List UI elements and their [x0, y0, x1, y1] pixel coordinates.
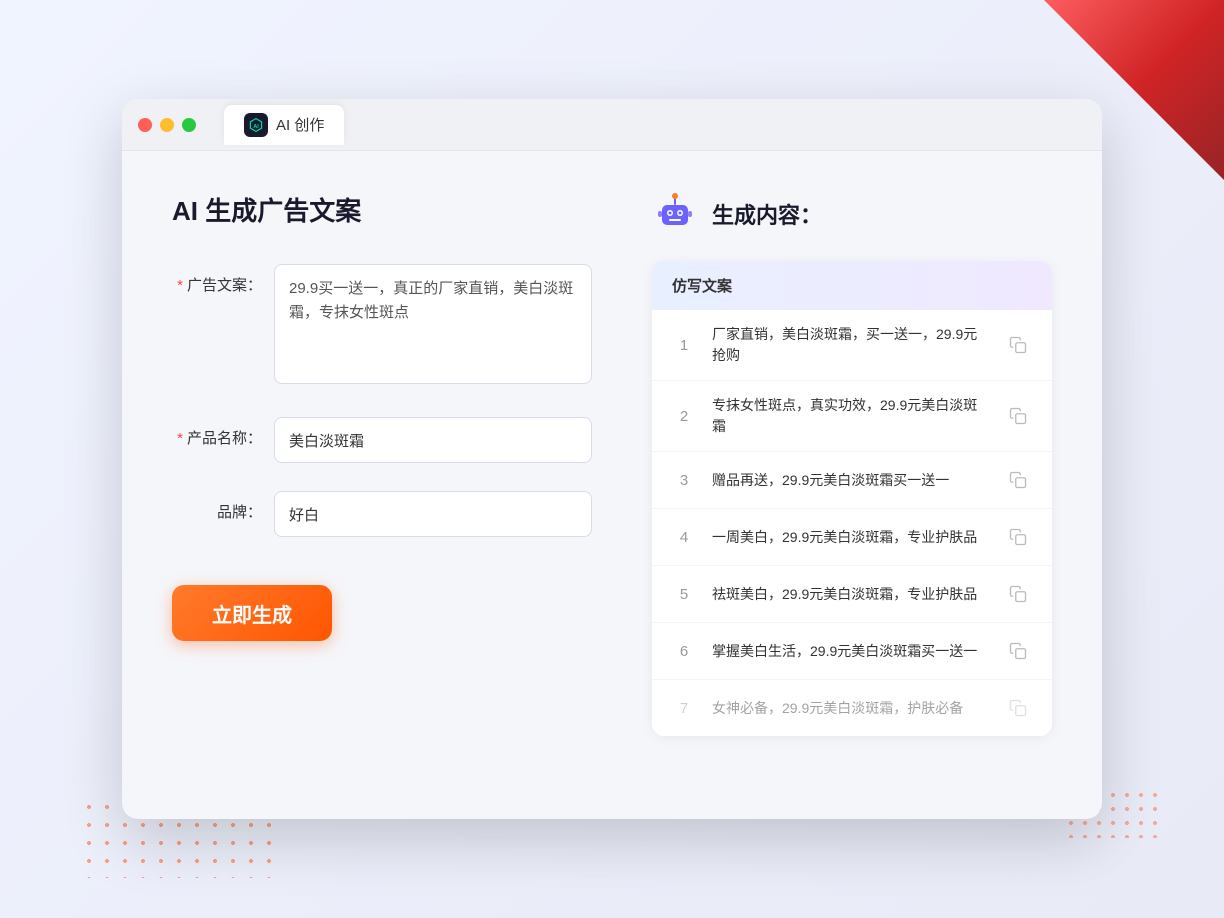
result-number: 4 — [672, 529, 696, 546]
results-container: 仿写文案 1 厂家直销，美白淡斑霜，买一送一，29.9元抢购 2 专抹女性斑点，… — [652, 261, 1052, 736]
left-panel: AI 生成广告文案 *广告文案： 29.9买一送一，真正的厂家直销，美白淡斑霜，… — [172, 191, 592, 779]
copy-icon[interactable] — [1004, 331, 1032, 359]
close-button[interactable] — [138, 118, 152, 132]
tab-label: AI 创作 — [276, 114, 324, 135]
copy-icon[interactable] — [1004, 402, 1032, 430]
right-panel: 生成内容： 仿写文案 1 厂家直销，美白淡斑霜，买一送一，29.9元抢购 2 专… — [652, 191, 1052, 779]
result-text: 赠品再送，29.9元美白淡斑霜买一送一 — [712, 470, 988, 491]
result-number: 7 — [672, 700, 696, 717]
copy-icon[interactable] — [1004, 580, 1032, 608]
ad-copy-wrapper: 29.9买一送一，真正的厂家直销，美白淡斑霜，专抹女性斑点 — [274, 264, 592, 389]
product-name-wrapper — [274, 417, 592, 463]
result-number: 6 — [672, 643, 696, 660]
product-name-input[interactable] — [274, 417, 592, 463]
brand-input[interactable] — [274, 491, 592, 537]
result-text: 掌握美白生活，29.9元美白淡斑霜买一送一 — [712, 641, 988, 662]
ad-copy-textarea[interactable]: 29.9买一送一，真正的厂家直销，美白淡斑霜，专抹女性斑点 — [274, 264, 592, 384]
results-list: 1 厂家直销，美白淡斑霜，买一送一，29.9元抢购 2 专抹女性斑点，真实功效，… — [652, 310, 1052, 736]
result-row: 3 赠品再送，29.9元美白淡斑霜买一送一 — [652, 452, 1052, 509]
robot-icon — [652, 191, 698, 237]
ad-copy-label: *广告文案： — [172, 264, 262, 295]
copy-icon[interactable] — [1004, 523, 1032, 551]
browser-tab[interactable]: AI AI 创作 — [224, 105, 344, 145]
results-header: 仿写文案 — [652, 261, 1052, 310]
right-header: 生成内容： — [652, 191, 1052, 237]
product-name-label: *产品名称： — [172, 417, 262, 448]
main-content: AI 生成广告文案 *广告文案： 29.9买一送一，真正的厂家直销，美白淡斑霜，… — [122, 151, 1102, 819]
copy-icon[interactable] — [1004, 694, 1032, 722]
result-text: 女神必备，29.9元美白淡斑霜，护肤必备 — [712, 698, 988, 719]
result-number: 3 — [672, 472, 696, 489]
traffic-lights — [138, 118, 196, 132]
copy-icon[interactable] — [1004, 466, 1032, 494]
result-text: 厂家直销，美白淡斑霜，买一送一，29.9元抢购 — [712, 324, 988, 366]
form-group-brand: 品牌： — [172, 491, 592, 537]
result-row: 2 专抹女性斑点，真实功效，29.9元美白淡斑霜 — [652, 381, 1052, 452]
generate-button[interactable]: 立即生成 — [172, 585, 332, 641]
result-row: 6 掌握美白生活，29.9元美白淡斑霜买一送一 — [652, 623, 1052, 680]
right-panel-title: 生成内容： — [712, 198, 822, 230]
ai-tab-icon: AI — [244, 113, 268, 137]
result-number: 1 — [672, 337, 696, 354]
browser-window: AI AI 创作 AI 生成广告文案 *广告文案： 29.9买一送一，真正的厂家… — [122, 99, 1102, 819]
result-number: 5 — [672, 586, 696, 603]
title-bar: AI AI 创作 — [122, 99, 1102, 151]
maximize-button[interactable] — [182, 118, 196, 132]
result-row: 5 祛斑美白，29.9元美白淡斑霜，专业护肤品 — [652, 566, 1052, 623]
brand-wrapper — [274, 491, 592, 537]
minimize-button[interactable] — [160, 118, 174, 132]
result-row: 7 女神必备，29.9元美白淡斑霜，护肤必备 — [652, 680, 1052, 736]
result-text: 一周美白，29.9元美白淡斑霜，专业护肤品 — [712, 527, 988, 548]
required-mark-product: * — [177, 430, 183, 447]
result-row: 4 一周美白，29.9元美白淡斑霜，专业护肤品 — [652, 509, 1052, 566]
form-group-ad-copy: *广告文案： 29.9买一送一，真正的厂家直销，美白淡斑霜，专抹女性斑点 — [172, 264, 592, 389]
result-number: 2 — [672, 408, 696, 425]
required-mark-ad: * — [177, 277, 183, 294]
brand-label: 品牌： — [172, 491, 262, 522]
result-text: 专抹女性斑点，真实功效，29.9元美白淡斑霜 — [712, 395, 988, 437]
svg-text:AI: AI — [253, 123, 259, 129]
result-text: 祛斑美白，29.9元美白淡斑霜，专业护肤品 — [712, 584, 988, 605]
form-group-product-name: *产品名称： — [172, 417, 592, 463]
page-title: AI 生成广告文案 — [172, 191, 592, 228]
result-row: 1 厂家直销，美白淡斑霜，买一送一，29.9元抢购 — [652, 310, 1052, 381]
copy-icon[interactable] — [1004, 637, 1032, 665]
